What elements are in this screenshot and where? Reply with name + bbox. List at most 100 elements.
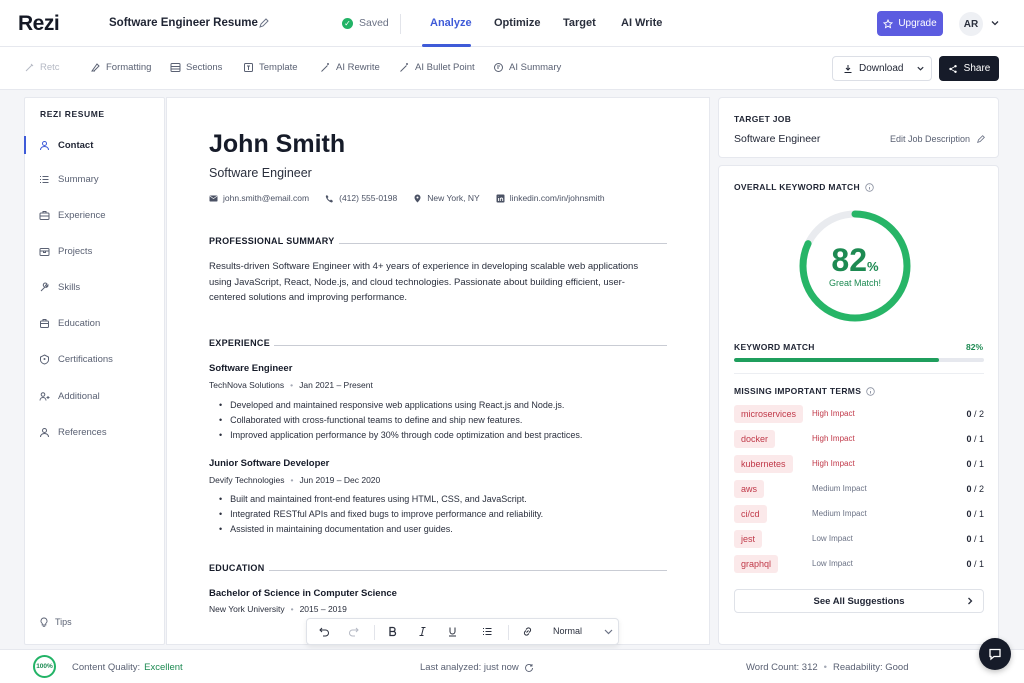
toolbar-item-ai-rewrite[interactable]: AI Rewrite [320,62,380,73]
term-chip[interactable]: docker [734,430,776,448]
missing-term-row[interactable]: kubernetes High Impact 0 / 1 [734,455,984,473]
download-options[interactable] [909,64,931,73]
term-chip[interactable]: jest [734,530,763,548]
term-chip[interactable]: ci/cd [734,505,767,523]
sidebar-item-references[interactable]: References [25,421,165,443]
list-item[interactable]: Integrated RESTful APIs and fixed bugs t… [219,507,543,522]
sidebar-item-certifications[interactable]: Certifications [25,348,165,370]
list-item[interactable]: Improved application performance by 30% … [219,428,582,443]
toolbar-item-template[interactable]: Template [243,62,298,73]
chevron-right-icon [968,597,973,605]
undo-button[interactable] [319,626,330,640]
resume-name[interactable]: John Smith [209,130,345,159]
job-title[interactable]: Junior Software Developer [209,458,329,469]
list-item[interactable]: Developed and maintained responsive web … [219,398,582,413]
link-button[interactable] [522,626,533,640]
education-meta[interactable]: New York University • 2015 – 2019 [209,604,347,614]
toolbar-item-retouch[interactable]: Retc [24,62,60,73]
term-impact: High Impact [812,459,855,468]
term-impact: Low Impact [812,534,853,543]
download-button[interactable]: Download [832,56,932,81]
tab-ai-write[interactable]: AI Write [621,17,662,29]
toolbar-item-sections[interactable]: Sections [170,62,222,73]
resume-document[interactable]: John Smith Software Engineer john.smith@… [166,97,710,645]
avatar[interactable]: AR [959,12,983,36]
term-total: / 1 [973,559,984,569]
missing-term-row[interactable]: ci/cd Medium Impact 0 / 1 [734,505,984,523]
sidebar-item-label: Projects [58,245,93,257]
info-icon[interactable] [866,386,875,396]
download-main[interactable]: Download [833,63,909,74]
tab-analyze[interactable]: Analyze [430,17,472,29]
list-item[interactable]: Built and maintained front-end features … [219,492,543,507]
chat-support-button[interactable] [979,638,1011,670]
rezi-logo[interactable]: Rezi [18,12,60,36]
job-bullets[interactable]: Built and maintained front-end features … [219,492,543,537]
summary-text[interactable]: Results-driven Software Engineer with 4+… [209,259,659,306]
see-all-suggestions-button[interactable]: See All Suggestions [734,589,984,613]
job-meta[interactable]: Devify Technologies • Jun 2019 – Dec 202… [209,475,380,485]
phone-text: (412) 555-0198 [339,193,398,203]
job-bullets[interactable]: Developed and maintained responsive web … [219,398,582,443]
term-chip[interactable]: aws [734,480,765,498]
sidebar-item-projects[interactable]: Projects [25,240,165,262]
document-title[interactable]: Software Engineer Resume [109,17,258,29]
education-degree[interactable]: Bachelor of Science in Computer Science [209,588,397,599]
missing-term-row[interactable]: graphql Low Impact 0 / 1 [734,555,984,573]
contact-email[interactable]: john.smith@email.com [209,193,309,203]
term-chip[interactable]: kubernetes [734,455,793,473]
redo-button[interactable] [348,626,359,640]
keyword-match-label: OVERALL KEYWORD MATCH [734,182,860,192]
ai-summary-icon [494,63,503,72]
linkedin-icon [496,194,505,202]
job-title[interactable]: Software Engineer [209,363,292,374]
list-icon [40,175,49,183]
location-pin-icon [414,194,421,202]
star-icon [883,18,894,28]
chevron-down-icon[interactable] [990,18,1000,28]
list-item[interactable]: Collaborated with cross-functional teams… [219,413,582,428]
toolbar-item-label: AI Rewrite [336,62,380,73]
term-total: / 1 [973,434,984,444]
sidebar-item-summary[interactable]: Summary [25,168,165,190]
resume-role[interactable]: Software Engineer [209,166,312,180]
missing-term-row[interactable]: microservices High Impact 0 / 2 [734,405,984,423]
tips-link[interactable]: Tips [39,617,72,627]
info-icon[interactable] [865,182,874,192]
sidebar-item-additional[interactable]: Additional [25,385,165,407]
term-chip[interactable]: microservices [734,405,804,423]
share-button[interactable]: Share [939,56,999,81]
bullet-list-button[interactable] [482,626,493,640]
paragraph-style-select[interactable]: Normal [553,626,582,636]
term-chip[interactable]: graphql [734,555,779,573]
sidebar-item-skills[interactable]: Skills [25,276,165,298]
tab-target[interactable]: Target [563,17,596,29]
missing-term-row[interactable]: jest Low Impact 0 / 1 [734,530,984,548]
pencil-icon[interactable] [258,17,270,29]
style-select-chevron[interactable] [603,626,614,640]
job-company: Devify Technologies [209,475,285,485]
toolbar-item-formatting[interactable]: Formatting [90,62,151,73]
missing-term-row[interactable]: docker High Impact 0 / 1 [734,430,984,448]
sidebar-item-label: References [58,426,107,438]
list-item[interactable]: Assisted in maintaining documentation an… [219,522,543,537]
contact-phone[interactable]: (412) 555-0198 [325,193,397,203]
sidebar-item-education[interactable]: Education [25,312,165,334]
job-meta[interactable]: TechNova Solutions • Jan 2021 – Present [209,380,373,390]
quality-label: Content Quality: [72,662,141,673]
tab-optimize[interactable]: Optimize [494,17,540,29]
refresh-icon[interactable] [524,663,534,673]
toolbar-item-ai-summary[interactable]: AI Summary [493,62,561,73]
upgrade-button[interactable]: Upgrade [877,11,943,36]
underline-button[interactable] [447,626,458,640]
toolbar-item-ai-bullet-point[interactable]: AI Bullet Point [399,62,475,73]
missing-term-row[interactable]: aws Medium Impact 0 / 2 [734,480,984,498]
contact-location[interactable]: New York, NY [413,193,480,203]
italic-button[interactable] [417,626,428,640]
contact-linkedin[interactable]: linkedin.com/in/johnsmith [496,193,605,203]
edit-job-description-link[interactable]: Edit Job Description [890,134,986,144]
sidebar-item-contact[interactable]: Contact [24,134,165,156]
bold-button[interactable] [387,626,398,640]
sidebar-item-experience[interactable]: Experience [25,204,165,226]
term-found: 0 [966,409,972,419]
